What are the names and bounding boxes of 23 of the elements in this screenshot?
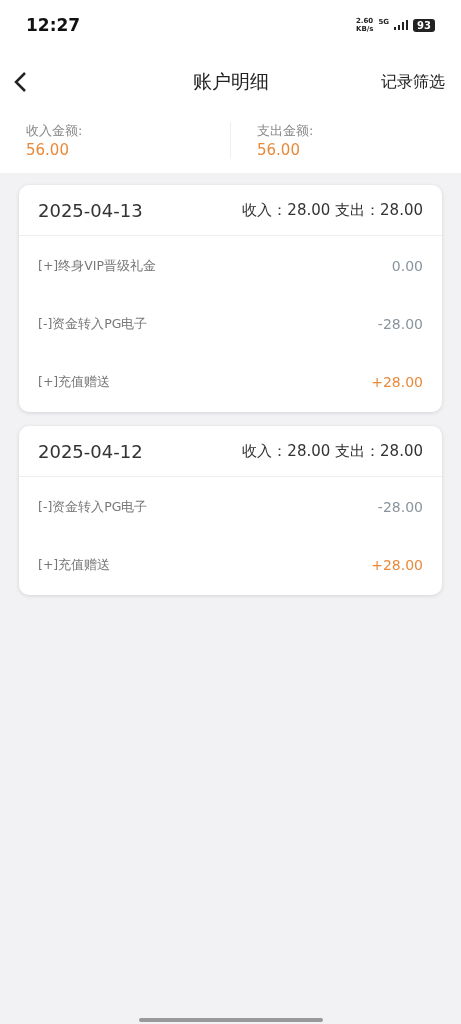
record-amount: 0.00	[391, 258, 423, 274]
status-time: 12:27	[26, 15, 81, 35]
day-totals: 收入：28.00 支出：28.00	[242, 441, 423, 461]
page-title: 账户明细	[192, 70, 269, 92]
record-name: [-]资金转入PG电子	[38, 499, 148, 516]
record-name: [+]充值赠送	[38, 374, 111, 391]
filter-button[interactable]: 记录筛选	[381, 71, 445, 93]
day-date: 2025-04-12	[38, 440, 143, 462]
record-amount: +28.00	[371, 557, 423, 573]
summary-value: 56.00	[257, 141, 301, 159]
record-name: [-]资金转入PG电子	[38, 316, 148, 333]
day-date: 2025-04-13	[38, 199, 143, 221]
record-name: [+]充值赠送	[38, 557, 111, 574]
summary-value: 56.00	[26, 141, 70, 159]
signal-icon	[394, 20, 409, 30]
battery-level: 93	[413, 18, 435, 32]
summary-label: 收入金额:	[26, 122, 84, 140]
record-amount: -28.00	[377, 316, 423, 332]
record-amount: +28.00	[371, 374, 423, 390]
record-name: [+]终身VIP晋级礼金	[38, 258, 156, 275]
day-totals: 收入：28.00 支出：28.00	[242, 200, 423, 220]
summary-label: 支出金额:	[257, 122, 315, 140]
record-amount: -28.00	[377, 499, 423, 515]
